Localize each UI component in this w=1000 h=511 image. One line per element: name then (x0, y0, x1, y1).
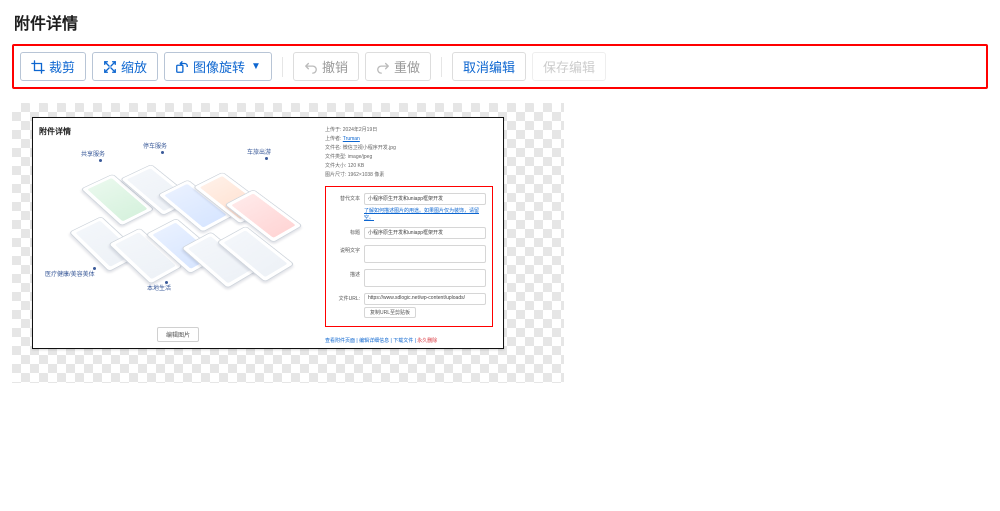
edit-image-button: 编辑图片 (157, 327, 199, 342)
preview-inner-title: 附件详情 (39, 126, 317, 137)
redo-label: 重做 (394, 57, 420, 76)
alt-text-input: 小程序原生开发和uniapp框架开发 (364, 193, 486, 205)
crop-label: 裁剪 (49, 57, 75, 76)
iso-label-life: 本地生活 (147, 283, 171, 292)
cancel-edit-label: 取消编辑 (463, 57, 515, 76)
save-edit-button[interactable]: 保存编辑 (532, 52, 606, 81)
crop-button[interactable]: 裁剪 (20, 52, 86, 81)
scale-label: 缩放 (121, 57, 147, 76)
meta-filename: 文件名: 微信卫视小程序开发.jpg (325, 144, 493, 153)
title-label: 标题 (332, 227, 360, 236)
save-edit-label: 保存编辑 (543, 57, 595, 76)
view-attachment-link: 查看附件页面 (325, 338, 355, 344)
preview-left-panel: 附件详情 共享服务 停车服务 车旅出游 (33, 118, 323, 348)
preview-right-panel: 上传于: 2024年2月19日 上传者: Truman 文件名: 微信卫视小程序… (323, 118, 503, 348)
isometric-illustration: 共享服务 停车服务 车旅出游 医疗健康/美容美体 本地生活 (39, 141, 309, 311)
redo-icon (376, 60, 390, 74)
url-input: https://www.sdlogic.net/wp-content/uploa… (364, 293, 486, 305)
meta-upload-date: 上传于: 2024年2月19日 (325, 126, 493, 135)
alt-text-help: 了解如何描述图片的用途。如果图片仅为装饰，请留空。 (364, 207, 486, 221)
meta-dimensions: 图片尺寸: 1962×1038 像素 (325, 171, 493, 180)
undo-icon (304, 60, 318, 74)
meta-filetype: 文件类型: image/jpeg (325, 153, 493, 162)
chevron-down-icon: ▼ (251, 61, 261, 72)
preview-footer-links: 查看附件页面 | 编辑详细信息 | 下载文件 | 永久删除 (325, 337, 437, 344)
edit-details-link: 编辑详细信息 (359, 338, 389, 344)
desc-label: 描述 (332, 269, 360, 278)
scale-button[interactable]: 缩放 (92, 52, 158, 81)
meta-uploader: 上传者: Truman (325, 135, 493, 144)
toolbar: 裁剪 缩放 图像旋转 ▼ 撤销 重做 (12, 44, 988, 89)
image-canvas[interactable]: 附件详情 共享服务 停车服务 车旅出游 (12, 103, 564, 383)
toolbar-divider (282, 57, 283, 77)
rotate-button[interactable]: 图像旋转 ▼ (164, 52, 272, 81)
iso-label-health: 医疗健康/美容美体 (45, 269, 95, 278)
rotate-icon (175, 60, 189, 74)
undo-label: 撤销 (322, 57, 348, 76)
crop-icon (31, 60, 45, 74)
iso-label-parking: 停车服务 (143, 141, 167, 150)
scale-icon (103, 60, 117, 74)
iso-label-travel: 车旅出游 (247, 147, 271, 156)
toolbar-divider-2 (441, 57, 442, 77)
meta-filesize: 文件大小: 120 KB (325, 162, 493, 171)
attachment-preview: 附件详情 共享服务 停车服务 车旅出游 (32, 117, 504, 349)
undo-button[interactable]: 撤销 (293, 52, 359, 81)
url-label: 文件URL: (332, 293, 360, 302)
caption-input (364, 245, 486, 263)
title-input: 小程序原生开发和uniapp框架开发 (364, 227, 486, 239)
download-file-link: 下载文件 (393, 338, 413, 344)
desc-input (364, 269, 486, 287)
cancel-edit-button[interactable]: 取消编辑 (452, 52, 526, 81)
delete-permanently-link: 永久删除 (417, 338, 437, 344)
iso-label-share: 共享服务 (81, 149, 105, 158)
rotate-label: 图像旋转 (193, 57, 245, 76)
caption-label: 说明文字 (332, 245, 360, 254)
page-title: 附件详情 (0, 0, 1000, 44)
alt-text-label: 替代文本 (332, 193, 360, 202)
copy-url-button: 复制URL至剪贴板 (364, 307, 416, 318)
attachment-form: 替代文本 小程序原生开发和uniapp框架开发 了解如何描述图片的用途。如果图片… (325, 186, 493, 327)
redo-button[interactable]: 重做 (365, 52, 431, 81)
